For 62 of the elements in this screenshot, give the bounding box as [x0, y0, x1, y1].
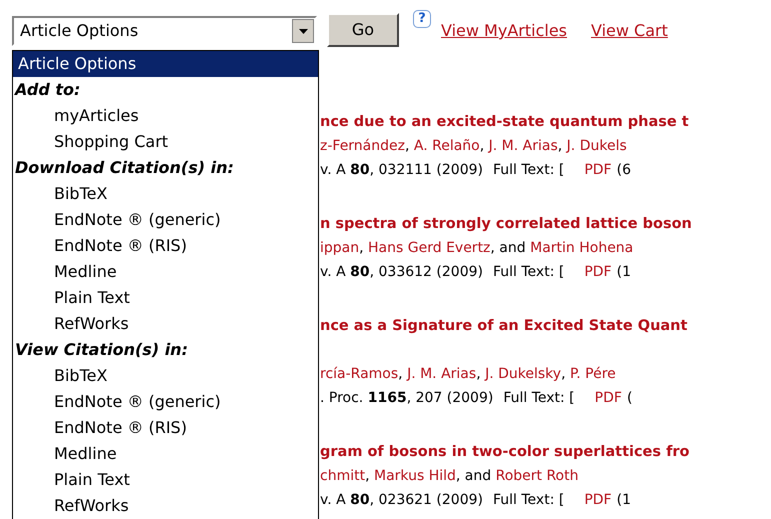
- author-link[interactable]: Markus Hild: [374, 468, 456, 484]
- select-value: Article Options: [19, 23, 140, 39]
- citation-text: v. A 80, 023621 (2009): [320, 491, 483, 510]
- dropdown-option[interactable]: EndNote ® (RIS): [13, 415, 318, 441]
- dropdown-option[interactable]: EndNote ® (RIS): [13, 233, 318, 259]
- author-link[interactable]: Robert Roth: [496, 468, 578, 484]
- go-button[interactable]: Go: [327, 13, 399, 47]
- dropdown-option[interactable]: myArticles: [13, 103, 318, 129]
- full-text-label: Full Text: [: [492, 491, 564, 510]
- pdf-size: (1: [616, 263, 631, 282]
- author-link[interactable]: J. Dukels: [566, 138, 627, 154]
- help-icon[interactable]: ?: [413, 10, 431, 28]
- dropdown-option[interactable]: RefWorks: [13, 493, 318, 519]
- author-link[interactable]: chmitt: [320, 468, 366, 484]
- option-group-label: Download Citation(s) in:: [14, 157, 235, 179]
- pdf-link[interactable]: PDF: [594, 386, 622, 410]
- full-text-label: Full Text: [: [503, 389, 575, 408]
- pdf-size: (6: [616, 161, 631, 180]
- dropdown-option[interactable]: Plain Text: [13, 467, 318, 493]
- article-title-link[interactable]: nce as a Signature of an Excited State Quant: [320, 314, 771, 338]
- pdf-link[interactable]: PDF: [584, 488, 612, 512]
- dropdown-option[interactable]: EndNote ® (generic): [13, 207, 318, 233]
- article-title-link[interactable]: nce due to an excited-state quantum phase t: [320, 110, 771, 134]
- dropdown-option[interactable]: Medline: [13, 259, 318, 285]
- author-link[interactable]: z-Fernández: [320, 138, 405, 154]
- article-options-select[interactable]: Article Options: [12, 16, 317, 46]
- pdf-link[interactable]: PDF: [584, 158, 612, 182]
- article-title-link[interactable]: gram of bosons in two-color superlattices fro: [320, 440, 771, 464]
- author-link[interactable]: ippan: [320, 240, 360, 256]
- full-text-label: Full Text: [: [492, 161, 564, 180]
- dropdown-option[interactable]: EndNote ® (generic): [13, 389, 318, 415]
- citation-text: . Proc. 1165, 207 (2009): [320, 389, 494, 408]
- author-link[interactable]: P. Pére: [570, 366, 616, 382]
- author-list: ippan, Hans Gerd Evertz, and Martin Hohena: [320, 240, 634, 256]
- author-link[interactable]: J. M. Arias: [488, 138, 558, 154]
- citation-text: v. A 80, 033612 (2009): [320, 263, 483, 282]
- nav-link[interactable]: View MyArticles: [441, 19, 567, 43]
- author-link[interactable]: J. M. Arias: [407, 366, 476, 382]
- dropdown-option[interactable]: Article Options: [13, 51, 318, 77]
- author-list: chmitt, Markus Hild, and Robert Roth: [320, 468, 578, 484]
- citation-text: v. A 80, 032111 (2009): [320, 161, 483, 180]
- author-list: z-Fernández, A. Relaño, J. M. Arias, J. Dukels: [320, 138, 627, 154]
- dropdown-option[interactable]: Plain Text: [13, 285, 318, 311]
- dropdown-option[interactable]: Medline: [13, 441, 318, 467]
- pdf-size: (: [626, 389, 632, 408]
- author-list: rcía-Ramos, J. M. Arias, J. Dukelsky, P. Pére: [320, 366, 616, 382]
- option-group-label: View Citation(s) in:: [14, 339, 189, 361]
- author-link[interactable]: rcía-Ramos: [320, 366, 398, 382]
- pdf-link[interactable]: PDF: [584, 260, 612, 284]
- dropdown-option[interactable]: RefWorks: [13, 311, 318, 337]
- pdf-size: (1: [616, 491, 631, 510]
- full-text-label: Full Text: [: [492, 263, 564, 282]
- option-group-label: Add to:: [13, 79, 82, 101]
- dropdown-option[interactable]: Shopping Cart: [13, 129, 318, 155]
- nav-link[interactable]: View Cart: [591, 19, 668, 43]
- author-link[interactable]: Hans Gerd Evertz: [368, 240, 490, 256]
- author-link[interactable]: A. Relaño: [414, 138, 480, 154]
- article-title-link[interactable]: n spectra of strongly correlated lattice boson: [320, 212, 771, 236]
- dropdown-option[interactable]: BibTeX: [13, 363, 318, 389]
- dropdown-option[interactable]: BibTeX: [13, 181, 318, 207]
- author-link[interactable]: Martin Hohena: [530, 240, 634, 256]
- author-link[interactable]: J. Dukelsky: [485, 366, 562, 382]
